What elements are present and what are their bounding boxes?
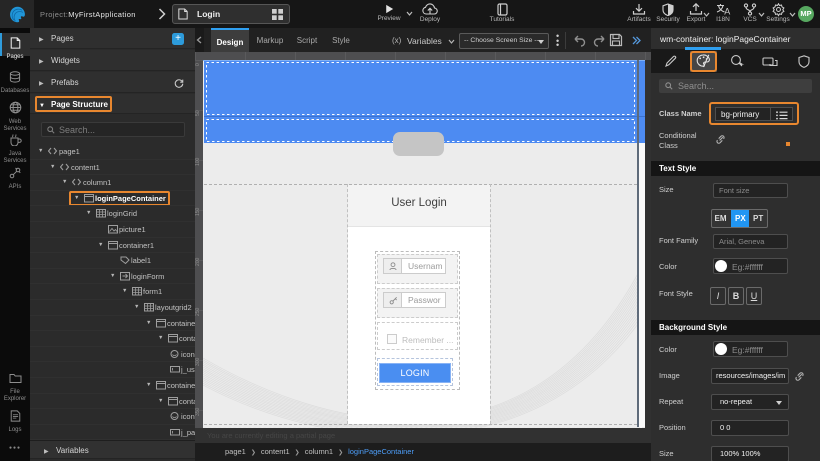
svg-text:A: A bbox=[724, 7, 730, 17]
